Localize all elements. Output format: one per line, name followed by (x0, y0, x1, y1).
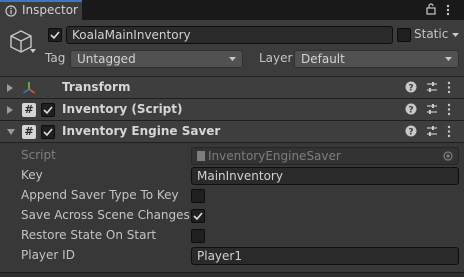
script-object-field: InventoryEngineSaver (191, 147, 459, 165)
kebab-menu-icon[interactable] (446, 3, 450, 17)
divider (0, 272, 464, 277)
inspector-tab-label: Inspector (22, 3, 78, 17)
component-menu-icon[interactable] (447, 125, 451, 138)
script-file-icon (197, 151, 205, 161)
chevron-down-icon (445, 57, 452, 61)
component-title: Transform (62, 80, 131, 94)
checkmark-icon (43, 106, 53, 115)
transform-icon (23, 82, 35, 94)
save-across-scene-label: Save Across Scene Changes (21, 208, 190, 222)
save-across-scene-checkbox[interactable] (191, 209, 205, 223)
svg-text:?: ? (408, 128, 413, 138)
layer-label: Layer (259, 51, 293, 65)
component-title: Inventory (Script) (62, 102, 183, 116)
tag-label: Tag (45, 51, 66, 65)
chevron-down-icon (229, 57, 236, 61)
inspector-tab[interactable]: Inspector (0, 0, 82, 20)
tag-value: Untagged (77, 52, 136, 66)
key-field[interactable]: MainInventory (191, 167, 459, 185)
gameobject-name-field[interactable]: KoalaMainInventory (66, 26, 393, 44)
checkmark-icon (43, 128, 53, 137)
append-saver-type-checkbox[interactable] (191, 189, 205, 203)
static-dropdown-arrow-icon[interactable] (452, 33, 459, 38)
presets-icon[interactable] (426, 81, 438, 93)
component-inventory-engine-saver[interactable]: # Inventory Engine Saver ? (0, 121, 464, 143)
static-label: Static (414, 27, 449, 41)
svg-text:?: ? (408, 84, 413, 94)
tag-dropdown[interactable]: Untagged (70, 50, 243, 68)
script-icon: # (22, 125, 36, 139)
key-label: Key (21, 168, 43, 182)
help-icon[interactable]: ? (405, 103, 417, 115)
component-menu-icon[interactable] (447, 103, 451, 116)
append-saver-type-label: Append Saver Type To Key (21, 188, 179, 202)
inspector-tab-bar: Inspector (0, 0, 464, 20)
static-checkbox[interactable] (397, 28, 411, 42)
checkmark-icon (50, 31, 60, 40)
layer-value: Default (301, 52, 345, 66)
component-title: Inventory Engine Saver (62, 124, 221, 138)
script-icon: # (22, 103, 36, 117)
component-enabled-checkbox[interactable] (41, 125, 55, 139)
info-icon (5, 5, 17, 17)
script-label: Script (21, 148, 56, 162)
component-enabled-checkbox[interactable] (41, 103, 55, 117)
component-menu-icon[interactable] (447, 81, 451, 94)
presets-icon[interactable] (426, 125, 438, 137)
lock-icon[interactable] (426, 3, 436, 15)
saver-properties: Script InventoryEngineSaver Key MainInve… (0, 143, 464, 276)
restore-state-checkbox[interactable] (191, 229, 205, 243)
presets-icon[interactable] (426, 103, 438, 115)
icon-dropdown-arrow-icon[interactable] (30, 48, 36, 54)
component-transform[interactable]: Transform ? (0, 77, 464, 99)
help-icon[interactable]: ? (405, 125, 417, 137)
component-inventory-script[interactable]: # Inventory (Script) ? (0, 99, 464, 121)
script-value: InventoryEngineSaver (208, 149, 341, 163)
layer-dropdown[interactable]: Default (294, 50, 459, 68)
object-picker-icon (443, 151, 453, 161)
checkmark-icon (193, 212, 203, 221)
svg-text:?: ? (408, 106, 413, 116)
gameobject-header: KoalaMainInventory Static Tag Untagged L… (0, 20, 464, 77)
help-icon[interactable]: ? (405, 81, 417, 93)
player-id-field[interactable]: Player1 (191, 247, 459, 265)
gameobject-active-checkbox[interactable] (48, 28, 62, 42)
player-id-label: Player ID (21, 248, 75, 262)
foldout-down-icon[interactable] (7, 129, 15, 135)
foldout-right-icon[interactable] (7, 84, 13, 92)
foldout-right-icon[interactable] (7, 106, 13, 114)
restore-state-label: Restore State On Start (21, 228, 157, 242)
